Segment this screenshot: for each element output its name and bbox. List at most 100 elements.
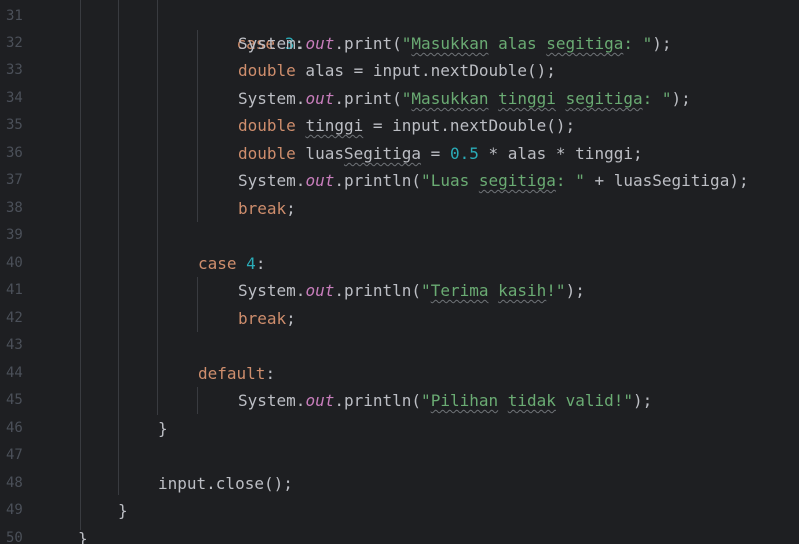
code-text: System. bbox=[238, 281, 306, 300]
string-part: : " bbox=[555, 171, 585, 190]
line-number: 47 bbox=[6, 447, 23, 463]
code-text: .print( bbox=[334, 89, 402, 108]
code-text: = input.nextDouble(); bbox=[363, 116, 576, 135]
spellcheck-word: tidak bbox=[507, 391, 556, 410]
line-number: 39 bbox=[6, 227, 23, 243]
code-text: alas = input.nextDouble(); bbox=[295, 61, 556, 80]
code-line-34[interactable]: System.out.print("Masukkan tinggi segiti… bbox=[238, 85, 691, 112]
code-text: System. bbox=[238, 34, 306, 53]
code-line-49[interactable]: } bbox=[118, 497, 128, 524]
static-field: out bbox=[305, 89, 335, 108]
string-part: : " bbox=[642, 89, 672, 108]
code-text: ); bbox=[633, 391, 653, 410]
string-part bbox=[469, 171, 479, 190]
line-number: 41 bbox=[6, 282, 23, 298]
code-editor[interactable]: 31 32 33 34 35 36 37 38 39 40 41 42 43 4… bbox=[0, 0, 799, 544]
closing-brace: } bbox=[78, 529, 88, 544]
line-number: 38 bbox=[6, 200, 23, 216]
keyword: break bbox=[238, 199, 287, 218]
code-line-31[interactable]: case 3: bbox=[198, 3, 304, 53]
string-part: alas bbox=[488, 34, 547, 53]
string-literal: "Terima kasih!" bbox=[421, 281, 566, 300]
code-line-37[interactable]: System.out.println("Luas segitiga: " + l… bbox=[238, 167, 749, 194]
code-text: luas bbox=[295, 144, 344, 163]
static-field: out bbox=[305, 391, 335, 410]
static-field: out bbox=[305, 34, 335, 53]
code-line-36[interactable]: double luasSegitiga = 0.5 * alas * tingg… bbox=[238, 140, 643, 167]
code-line-42[interactable]: break; bbox=[238, 305, 296, 332]
spellcheck-word: Segitiga bbox=[343, 144, 422, 163]
spellcheck-word: tinggi bbox=[305, 116, 364, 135]
code-text: ); bbox=[671, 89, 691, 108]
code-text: ); bbox=[652, 34, 672, 53]
code-line-38[interactable]: break; bbox=[238, 195, 296, 222]
line-number: 46 bbox=[6, 420, 23, 436]
spellcheck-word: Masukkan bbox=[411, 89, 489, 108]
line-number: 43 bbox=[6, 337, 23, 353]
code-text: : bbox=[265, 364, 276, 383]
string-literal: "Pilihan tidak valid!" bbox=[421, 391, 633, 410]
spellcheck-word: segitiga bbox=[478, 171, 556, 190]
string-part: !" bbox=[546, 281, 566, 300]
spellcheck-word: segitiga bbox=[546, 34, 624, 53]
string-part: " bbox=[401, 34, 412, 53]
code-line-50[interactable]: } bbox=[78, 525, 88, 544]
code-line-41[interactable]: System.out.println("Terima kasih!"); bbox=[238, 277, 585, 304]
keyword: double bbox=[238, 116, 296, 135]
string-part: valid!" bbox=[555, 391, 633, 410]
string-part: : " bbox=[623, 34, 653, 53]
number-literal: 0.5 bbox=[449, 144, 479, 163]
closing-brace: } bbox=[118, 501, 128, 520]
line-number: 44 bbox=[6, 365, 23, 381]
string-part: " bbox=[421, 281, 431, 300]
line-number: 37 bbox=[6, 172, 23, 188]
code-text: ; bbox=[286, 309, 296, 328]
code-line-45[interactable]: System.out.println("Pilihan tidak valid!… bbox=[238, 387, 652, 414]
indent-guide bbox=[80, 0, 81, 530]
string-part: " bbox=[421, 391, 431, 410]
code-line-35[interactable]: double tinggi = input.nextDouble(); bbox=[238, 112, 575, 139]
static-field: out bbox=[305, 281, 335, 300]
string-literal: "Luas segitiga: " bbox=[421, 171, 585, 190]
line-number: 35 bbox=[6, 117, 23, 133]
code-line-32[interactable]: System.out.print("Masukkan alas segitiga… bbox=[238, 30, 672, 57]
line-number: 48 bbox=[6, 475, 23, 491]
code-text: .println( bbox=[334, 171, 422, 190]
code-line-46[interactable]: } bbox=[158, 415, 168, 442]
line-number: 31 bbox=[6, 8, 23, 24]
line-number: 32 bbox=[6, 35, 23, 51]
line-number: 36 bbox=[6, 145, 23, 161]
closing-brace: } bbox=[158, 419, 168, 438]
spellcheck-word: segitiga bbox=[565, 89, 643, 108]
indent-guide bbox=[197, 277, 198, 332]
string-part: " bbox=[401, 89, 412, 108]
keyword: break bbox=[238, 309, 287, 328]
line-number: 34 bbox=[6, 90, 23, 106]
code-text: + luasSegitiga); bbox=[584, 171, 749, 190]
string-part: " bbox=[421, 171, 431, 190]
number-literal: 4 bbox=[246, 254, 256, 273]
keyword: double bbox=[238, 61, 296, 80]
string-part bbox=[488, 281, 498, 300]
code-text: * alas * tinggi; bbox=[478, 144, 643, 163]
line-number-gutter: 31 32 33 34 35 36 37 38 39 40 41 42 43 4… bbox=[0, 0, 40, 544]
line-number: 49 bbox=[6, 502, 23, 518]
code-text: : bbox=[255, 254, 266, 273]
string-part: Luas bbox=[430, 171, 470, 190]
line-number: 45 bbox=[6, 392, 23, 408]
indent-guide bbox=[197, 387, 198, 414]
spellcheck-word: kasih bbox=[498, 281, 547, 300]
code-text: .println( bbox=[334, 281, 422, 300]
static-field: out bbox=[305, 171, 335, 190]
code-line-44[interactable]: default: bbox=[198, 360, 275, 387]
code-line-33[interactable]: double alas = input.nextDouble(); bbox=[238, 57, 556, 84]
line-number: 42 bbox=[6, 310, 23, 326]
keyword: default bbox=[198, 364, 266, 383]
indent-guide bbox=[157, 0, 158, 415]
code-line-40[interactable]: case 4: bbox=[198, 250, 265, 277]
string-literal: "Masukkan tinggi segitiga: " bbox=[402, 89, 672, 108]
code-line-48[interactable]: input.close(); bbox=[158, 470, 293, 497]
keyword: case bbox=[198, 254, 237, 273]
line-number: 40 bbox=[6, 255, 23, 271]
